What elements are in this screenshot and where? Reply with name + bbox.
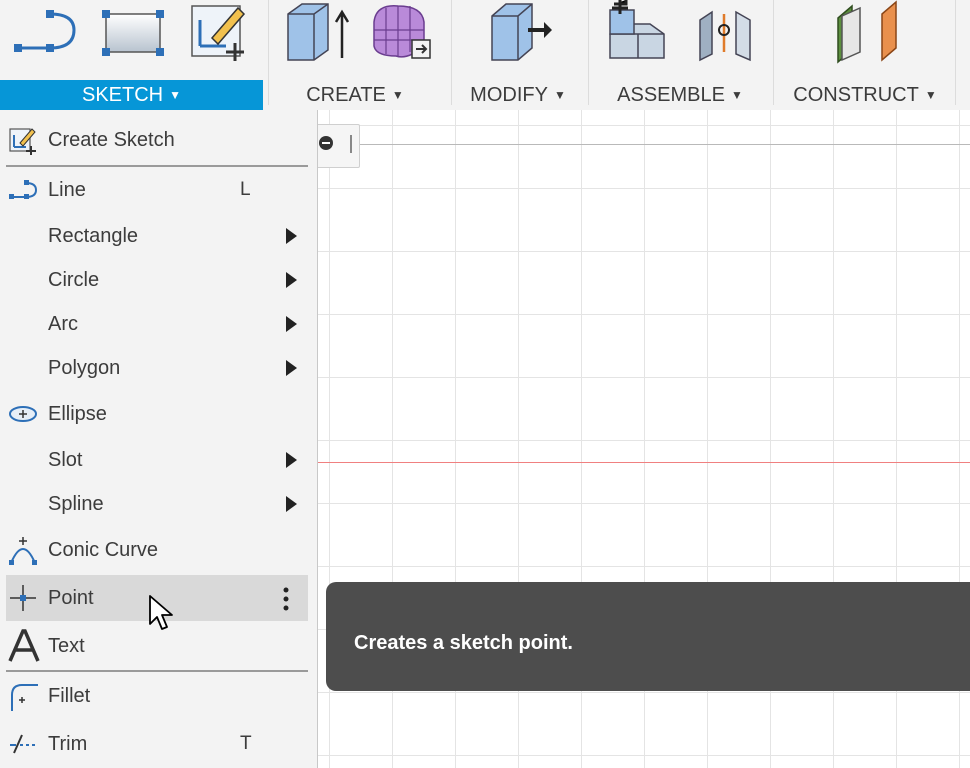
text-icon [8, 629, 40, 662]
menu-item-circle[interactable]: Circle [6, 257, 308, 303]
menu-item-label: Ellipse [48, 403, 107, 425]
toolbar-divider [588, 0, 589, 105]
menu-item-label: Line [48, 179, 86, 201]
assemble-label: ASSEMBLE [617, 84, 725, 106]
chevron-down-icon: ▼ [391, 88, 404, 102]
more-options-icon[interactable] [283, 587, 289, 611]
ellipse-icon [9, 406, 37, 422]
chevron-down-icon: ▼ [169, 88, 181, 102]
fillet-icon [11, 684, 38, 711]
offset-plane-tool-icon[interactable] [832, 0, 902, 66]
menu-item-line[interactable]: Line L [6, 167, 308, 213]
menu-item-slot[interactable]: Slot [6, 437, 308, 483]
modify-menu-button[interactable]: MODIFY ▼ [462, 80, 574, 110]
press-pull-tool-icon[interactable] [484, 0, 554, 66]
menu-item-label: Conic Curve [48, 539, 159, 561]
create-menu-button[interactable]: CREATE ▼ [280, 80, 430, 110]
shortcut-key: L [240, 179, 251, 200]
rectangle-tool-icon[interactable] [100, 0, 166, 66]
submenu-arrow-icon [286, 316, 297, 332]
joint-tool-icon[interactable] [694, 0, 756, 66]
submenu-arrow-icon [286, 272, 297, 288]
divider-bar [350, 135, 352, 153]
menu-item-label: Trim [48, 733, 88, 755]
menu-item-label: Point [48, 587, 94, 609]
toolbar-divider [955, 0, 956, 105]
modify-label: MODIFY [470, 84, 548, 106]
chevron-down-icon: ▼ [553, 88, 566, 102]
toolbar: SKETCH ▼ CREATE ▼ MODIFY ▼ ASSEMBLE ▼ CO… [0, 0, 970, 110]
menu-item-label: Text [48, 635, 85, 657]
trim-icon [10, 734, 38, 754]
toolbar-divider [268, 0, 269, 105]
menu-item-label: Spline [48, 493, 104, 515]
submenu-arrow-icon [286, 452, 297, 468]
line-tool-icon[interactable] [10, 0, 80, 66]
menu-item-label: Slot [48, 449, 83, 471]
tooltip: Creates a sketch point. [326, 582, 970, 691]
menu-item-polygon[interactable]: Polygon [6, 345, 308, 391]
toolbar-divider [773, 0, 774, 105]
menu-divider [6, 670, 308, 672]
chevron-down-icon: ▼ [730, 88, 743, 102]
menu-item-spline[interactable]: Spline [6, 481, 308, 527]
menu-item-label: Polygon [48, 357, 121, 379]
toolbar-divider [451, 0, 452, 105]
menu-item-label: Arc [48, 313, 78, 335]
submenu-arrow-icon [286, 496, 297, 512]
grid-major-line [318, 144, 970, 145]
menu-item-label: Create Sketch [48, 129, 175, 151]
tooltip-text: Creates a sketch point. [354, 632, 573, 654]
menu-item-label: Fillet [48, 685, 91, 707]
chevron-down-icon: ▼ [924, 88, 937, 102]
menu-item-fillet[interactable]: Fillet [6, 673, 308, 719]
point-icon [10, 585, 36, 611]
extrude-tool-icon[interactable] [282, 0, 352, 66]
zoom-minus-icon[interactable] [319, 136, 333, 150]
line-icon [9, 180, 38, 199]
sketch-dropdown-menu: Create Sketch Line L Rectangle Circle Ar… [0, 110, 318, 768]
menu-item-label: Rectangle [48, 225, 139, 247]
menu-item-ellipse[interactable]: Ellipse [6, 391, 308, 437]
construct-label: CONSTRUCT [793, 84, 919, 106]
conic-curve-icon [9, 537, 37, 565]
sketch-menu-button[interactable]: SKETCH ▼ [0, 80, 263, 110]
menu-item-label: Circle [48, 269, 100, 291]
navigation-widget[interactable] [316, 124, 360, 168]
submenu-arrow-icon [286, 360, 297, 376]
menu-item-trim[interactable]: Trim T [6, 721, 308, 767]
menu-item-create-sketch[interactable]: Create Sketch [6, 117, 308, 163]
assemble-menu-button[interactable]: ASSEMBLE ▼ [600, 80, 760, 110]
sketch-label: SKETCH [81, 84, 164, 106]
form-tool-icon[interactable] [368, 0, 434, 66]
create-sketch-icon [9, 128, 36, 155]
x-axis-line [318, 462, 970, 463]
mouse-cursor-icon [149, 595, 173, 630]
menu-item-arc[interactable]: Arc [6, 301, 308, 347]
submenu-arrow-icon [286, 228, 297, 244]
new-component-tool-icon[interactable] [604, 0, 670, 66]
shortcut-key: T [240, 733, 252, 754]
menu-item-rectangle[interactable]: Rectangle [6, 213, 308, 259]
menu-item-conic-curve[interactable]: Conic Curve [6, 527, 308, 573]
construct-menu-button[interactable]: CONSTRUCT ▼ [790, 80, 940, 110]
create-sketch-tool-icon[interactable] [186, 0, 252, 66]
create-label: CREATE [306, 84, 386, 106]
